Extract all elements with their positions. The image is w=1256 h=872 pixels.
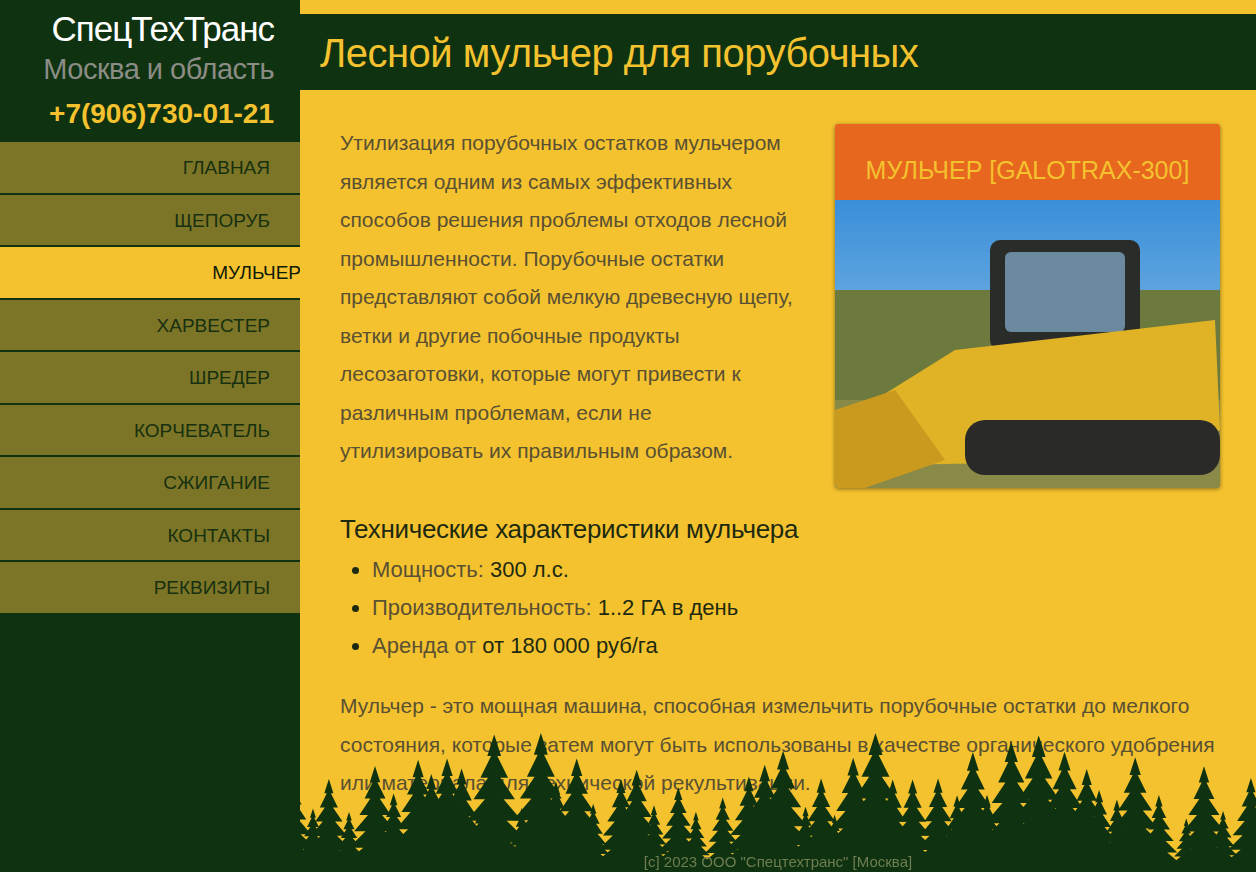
description-text: Мульчер - это мощная машина, способная и… xyxy=(340,687,1220,803)
menu-entry: РЕКВИЗИТЫ xyxy=(0,562,300,615)
menu-item[interactable]: КОНТАКТЫ xyxy=(0,510,300,563)
menu-entry: КОНТАКТЫ xyxy=(0,510,300,563)
specs-heading: Технические характеристики мульчера xyxy=(340,514,1220,545)
menu-item[interactable]: МУЛЬЧЕР xyxy=(0,247,301,300)
main-content: Лесной мульчер для порубочных Утилизация … xyxy=(300,0,1256,872)
menu-item[interactable]: РЕКВИЗИТЫ xyxy=(0,562,300,615)
menu-entry: СЖИГАНИЕ xyxy=(0,457,300,510)
spec-value: 1..2 ГА в день xyxy=(598,595,739,620)
page-header: Лесной мульчер для порубочных xyxy=(300,14,1256,90)
menu-item[interactable]: КОРЧЕВАТЕЛЬ xyxy=(0,405,300,458)
product-card[interactable]: МУЛЬЧЕР [GALOTRAX-300] xyxy=(835,124,1220,488)
menu-entry: МУЛЬЧЕР xyxy=(0,247,300,300)
intro-column: Утилизация порубочных остатков мульчером… xyxy=(340,124,800,471)
menu-item[interactable]: ШРЕДЕР xyxy=(0,352,300,405)
sidebar: СпецТехТрансМосква и область+7(906)730-0… xyxy=(0,0,300,872)
menu-item[interactable]: ЩЕПОРУБ xyxy=(0,195,300,248)
forest-icon xyxy=(300,732,1256,872)
spec-label: Мощность: xyxy=(372,557,484,582)
logo[interactable]: СпецТехТранс xyxy=(10,8,274,50)
spec-item: Мощность:300 л.с. xyxy=(372,551,1220,589)
spec-value: 300 л.с. xyxy=(490,557,569,582)
top-strip xyxy=(300,0,1256,14)
menu-entry: ХАРВЕСТЕР xyxy=(0,300,300,353)
menu-entry: КОРЧЕВАТЕЛЬ xyxy=(0,405,300,458)
spec-item: Аренда отот 180 000 руб/га xyxy=(372,627,1220,665)
spec-label: Аренда от xyxy=(372,633,476,658)
menu-item[interactable]: СЖИГАНИЕ xyxy=(0,457,300,510)
spec-item: Производительность:1..2 ГА в день xyxy=(372,589,1220,627)
page: СпецТехТрансМосква и область+7(906)730-0… xyxy=(0,0,1256,872)
spec-value: от 180 000 руб/га xyxy=(482,633,657,658)
brand: СпецТехТрансМосква и область+7(906)730-0… xyxy=(0,0,300,142)
content: Утилизация порубочных остатков мульчером… xyxy=(300,90,1256,803)
card-title: МУЛЬЧЕР [GALOTRAX-300] xyxy=(835,124,1220,200)
menu-entry: ГЛАВНАЯ xyxy=(0,142,300,195)
specs-list: Мощность:300 л.с.Производительность:1..2… xyxy=(340,551,1220,665)
machine-photo xyxy=(835,200,1220,488)
copyright: [c] 2023 ООО "Спецтехтранс" [Москва] xyxy=(300,852,1256,872)
menu-item[interactable]: ГЛАВНАЯ xyxy=(0,142,300,195)
intro-row: Утилизация порубочных остатков мульчером… xyxy=(340,124,1220,488)
menu-entry: ЩЕПОРУБ xyxy=(0,195,300,248)
menu-item[interactable]: ХАРВЕСТЕР xyxy=(0,300,300,353)
page-title: Лесной мульчер для порубочных xyxy=(320,28,1236,78)
intro-text: Утилизация порубочных остатков мульчером… xyxy=(340,124,800,471)
spec-label: Производительность: xyxy=(372,595,592,620)
region: Москва и область xyxy=(10,50,274,88)
phone[interactable]: +7(906)730-01-21 xyxy=(10,88,274,142)
main-menu: ГЛАВНАЯЩЕПОРУБМУЛЬЧЕРХАРВЕСТЕРШРЕДЕРКОРЧ… xyxy=(0,142,300,615)
menu-entry: ШРЕДЕР xyxy=(0,352,300,405)
forest-footer: [c] 2023 ООО "Спецтехтранс" [Москва] xyxy=(300,732,1256,872)
